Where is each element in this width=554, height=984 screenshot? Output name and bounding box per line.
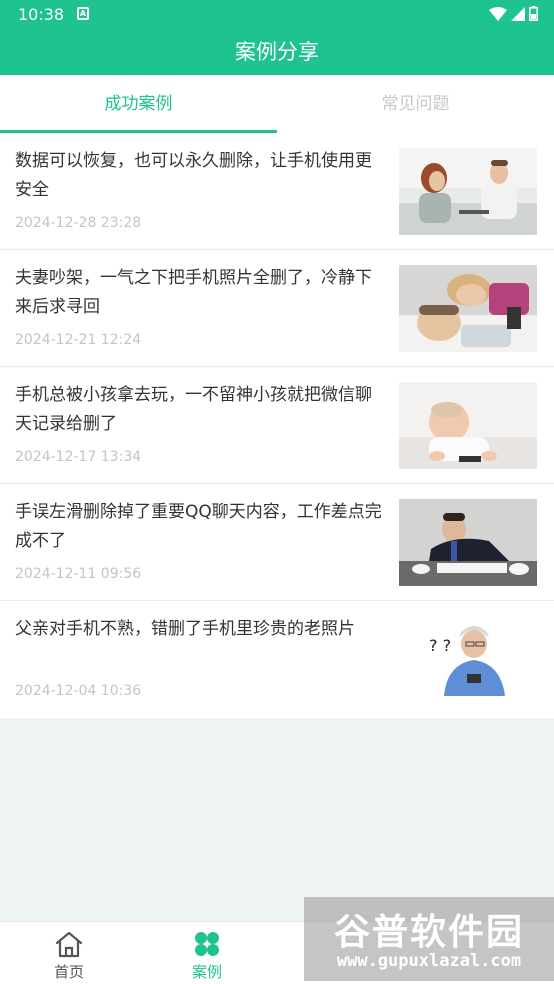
case-item[interactable]: 手机总被小孩拿去玩，一不留神小孩就把微信聊天记录给删了 2024-12-17 1… bbox=[0, 367, 554, 484]
case-title: 手误左滑删除掉了重要QQ聊天内容，工作差点完成不了 bbox=[15, 502, 382, 551]
wifi-icon bbox=[489, 6, 507, 21]
case-date: 2024-12-21 12:24 bbox=[15, 332, 142, 348]
couple-at-table-image bbox=[399, 148, 537, 235]
watermark-main: 谷普软件园 bbox=[333, 912, 524, 953]
case-thumbnail bbox=[399, 382, 537, 469]
case-date: 2024-12-04 10:36 bbox=[15, 683, 142, 699]
case-item[interactable]: 夫妻吵架，一气之下把手机照片全删了，冷静下来后求寻回 2024-12-21 12… bbox=[0, 250, 554, 367]
tab-bar: 成功案例 常见问题 bbox=[0, 75, 554, 133]
case-thumbnail bbox=[399, 148, 537, 235]
app-bar: 10:38 A 案例分享 bbox=[0, 0, 554, 75]
case-thumbnail bbox=[399, 265, 537, 352]
couple-lying-down-image bbox=[399, 265, 537, 352]
case-thumbnail bbox=[399, 499, 537, 586]
case-item[interactable]: 父亲对手机不熟，错删了手机里珍贵的老照片 2024-12-04 10:36 ? … bbox=[0, 601, 554, 718]
case-date: 2024-12-28 23:28 bbox=[15, 215, 142, 231]
case-title: 父亲对手机不熟，错删了手机里珍贵的老照片 bbox=[15, 619, 355, 639]
tab-faq[interactable]: 常见问题 bbox=[277, 75, 554, 133]
watermark: 谷普软件园 www.gupuxlazal.com bbox=[304, 897, 554, 981]
case-date: 2024-12-17 13:34 bbox=[15, 449, 142, 465]
status-time: 10:38 bbox=[18, 5, 65, 24]
app-screen: 10:38 A 案例分享 成功案例 常见问题 数据可以恢复，也可以永久删除，让手… bbox=[0, 0, 554, 984]
case-date: 2024-12-11 09:56 bbox=[15, 566, 142, 582]
nav-home[interactable]: 首页 bbox=[0, 922, 138, 984]
stressed-businessman-image bbox=[399, 499, 537, 586]
page-title: 案例分享 bbox=[235, 40, 319, 64]
case-title: 手机总被小孩拿去玩，一不留神小孩就把微信聊天记录给删了 bbox=[15, 385, 372, 434]
signal-icon bbox=[511, 6, 525, 21]
status-icons bbox=[489, 6, 538, 21]
home-icon bbox=[55, 931, 83, 958]
svg-text:? ?: ? ? bbox=[429, 636, 451, 655]
nav-cases[interactable]: 案例 bbox=[138, 922, 276, 984]
case-list: 数据可以恢复，也可以永久删除，让手机使用更安全 2024-12-28 23:28 bbox=[0, 133, 554, 718]
case-title: 数据可以恢复，也可以永久删除，让手机使用更安全 bbox=[15, 151, 372, 200]
notification-icon: A bbox=[77, 7, 89, 20]
nav-home-label: 首页 bbox=[53, 963, 84, 981]
grid-icon bbox=[195, 932, 219, 956]
confused-old-man-image: ? ? bbox=[399, 616, 537, 703]
nav-cases-label: 案例 bbox=[191, 963, 222, 981]
status-bar: 10:38 A bbox=[0, 0, 554, 28]
baby-with-phone-image bbox=[399, 382, 537, 469]
tab-success-cases[interactable]: 成功案例 bbox=[0, 75, 277, 133]
watermark-sub: www.gupuxlazal.com bbox=[336, 951, 522, 971]
case-title: 夫妻吵架，一气之下把手机照片全删了，冷静下来后求寻回 bbox=[15, 268, 372, 317]
case-item[interactable]: 手误左滑删除掉了重要QQ聊天内容，工作差点完成不了 2024-12-11 09:… bbox=[0, 484, 554, 601]
case-thumbnail: ? ? bbox=[399, 616, 537, 703]
case-item[interactable]: 数据可以恢复，也可以永久删除，让手机使用更安全 2024-12-28 23:28 bbox=[0, 133, 554, 250]
battery-icon bbox=[529, 6, 538, 21]
